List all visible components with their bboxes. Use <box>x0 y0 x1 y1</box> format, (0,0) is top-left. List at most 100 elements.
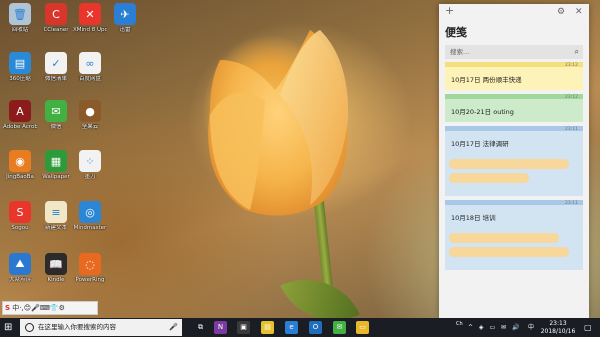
text-file-icon: ≡ <box>45 201 67 223</box>
desktop-shortcut-label: JingBaoBa <box>6 174 34 180</box>
redacted-content <box>449 233 559 243</box>
wallpaper-icon: ▦ <box>45 150 67 172</box>
desktop-shortcut[interactable]: ✉ 微信 <box>39 100 73 131</box>
desktop-shortcut[interactable]: ≡ 新建文本 <box>39 201 73 232</box>
desktop-shortcut-label: Sogou <box>11 225 29 231</box>
powerring-icon: ◌ <box>79 253 101 275</box>
desktop-shortcut[interactable]: ▤ 360压缩 <box>3 52 37 83</box>
wallpaper-tulip <box>208 30 349 216</box>
notes-title: 便笺 <box>445 26 467 39</box>
desktop-shortcut[interactable]: ⁘ 墨刀 <box>73 150 107 181</box>
redacted-content <box>449 159 569 169</box>
desktop-shortcut-label: XMind 8 Update 7 <box>73 27 107 33</box>
close-icon[interactable]: ✕ <box>575 7 583 17</box>
note-card[interactable]: 23:12 10月20-21日 outing <box>445 94 583 122</box>
desktop-shortcut[interactable]: ✈ 迅雷 <box>108 3 142 34</box>
desktop-shortcut[interactable]: S Sogou <box>3 201 37 232</box>
note-time: 23:12 <box>565 95 578 100</box>
add-note-button[interactable]: + <box>445 4 454 17</box>
desktop-shortcut-label: 微信清单 <box>44 76 67 82</box>
cortana-icon[interactable] <box>25 323 34 332</box>
edge-icon[interactable]: e <box>285 321 298 334</box>
sogou-ime-icon[interactable]: S <box>5 304 10 312</box>
redacted-content <box>449 173 529 183</box>
note-text: 10月17日 法律调研 <box>451 140 509 148</box>
desktop-shortcut-label: 大众点评 <box>8 277 31 283</box>
onenote-icon[interactable]: N <box>214 321 227 334</box>
tablet-icon[interactable]: ▣ <box>237 321 250 334</box>
search-icon[interactable]: ⌕ <box>575 45 579 59</box>
desktop-shortcut-label: Adobe Acrobat DC <box>3 124 37 130</box>
desktop-shortcut[interactable]: ▦ Wallpaper <box>39 150 73 181</box>
todo-icon: ✓ <box>45 52 67 74</box>
modao-icon: ⁘ <box>79 150 101 172</box>
settings-icon[interactable]: ⚙ <box>557 7 565 17</box>
wechat-taskbar-icon[interactable]: ✉ <box>333 321 346 334</box>
desktop-shortcut[interactable]: ✕ XMind 8 Update 7 <box>73 3 107 34</box>
desktop-shortcut[interactable]: 📖 Kindle <box>39 253 73 284</box>
desktop-shortcut-label: Wallpaper <box>42 174 70 180</box>
desktop-shortcut-label: 百度网盘 <box>78 76 101 82</box>
sogou-icon: S <box>9 201 31 223</box>
desktop-shortcut[interactable]: ∞ 百度网盘 <box>73 52 107 83</box>
note-time: 23:12 <box>565 63 578 68</box>
notes-search-placeholder: 搜索... <box>450 48 470 56</box>
desktop-shortcut[interactable]: ● 坚果云 <box>73 100 107 131</box>
notes-search-input[interactable]: 搜索... ⌕ <box>445 45 583 59</box>
action-center-icon[interactable]: ▢ <box>584 318 592 337</box>
note-text: 10月20-21日 outing <box>451 108 514 116</box>
xmind-icon: ✕ <box>79 3 101 25</box>
windows-start-icon[interactable]: ⊞ <box>4 322 15 333</box>
baidu-pan-icon: ∞ <box>79 52 101 74</box>
desktop-shortcut[interactable]: C CCleaner <box>39 3 73 34</box>
mindmaster-icon: ◎ <box>79 201 101 223</box>
taskbar-search-input[interactable]: 在这里输入你要搜索的内容 🎤 <box>20 319 182 336</box>
360zip-icon: ▤ <box>9 52 31 74</box>
desktop-shortcut-label: PowerRing <box>75 277 105 283</box>
task-view-icon[interactable]: ⧉ <box>194 321 207 334</box>
desktop-shortcut-label: 微信 <box>50 124 62 130</box>
jingbaoba-icon: ◉ <box>9 150 31 172</box>
wechat-icon: ✉ <box>45 100 67 122</box>
taskbar-search-placeholder: 在这里输入你要搜索的内容 <box>38 323 116 331</box>
taskbar: ⊞ 在这里输入你要搜索的内容 🎤 ⧉ N ▣ ▤ e O ✉ ▭ Ch ^ ◈ ▭ ✉ 🔊 中… <box>0 318 600 337</box>
clock-time: 23:13 <box>549 320 567 327</box>
note-card[interactable]: 23:12 10月17日 两份顺丰快递 <box>445 62 583 90</box>
nutstore-icon: ● <box>79 100 101 122</box>
ccleaner-icon: C <box>45 3 67 25</box>
ime-toolbar-text[interactable]: 中·,😊🎤⌨👕⚙ <box>12 304 65 312</box>
desktop-shortcut-label: 迅雷 <box>119 27 131 33</box>
sticky-notes-icon[interactable]: ▤ <box>261 321 274 334</box>
note-text: 10月18日 培训 <box>451 214 496 222</box>
desktop-shortcut-label: 新建文本 <box>44 225 67 231</box>
microphone-icon[interactable]: 🎤 <box>169 319 178 336</box>
desktop-shortcut-label: 回收站 <box>11 27 29 33</box>
note-time: 23:11 <box>565 201 578 206</box>
ime-toolbar[interactable]: S 中·,😊🎤⌨👕⚙ <box>2 301 98 315</box>
outlook-icon[interactable]: O <box>309 321 322 334</box>
desktop-shortcut[interactable]: ◎ Mindmaster <box>73 201 107 232</box>
desktop-shortcut-label: 墨刀 <box>84 174 96 180</box>
ime-language-indicator[interactable]: 中 <box>528 318 534 337</box>
clock-date: 2018/10/16 <box>540 327 576 335</box>
desktop-shortcut[interactable]: A Adobe Acrobat DC <box>3 100 37 131</box>
dianping-icon: ⛰ <box>9 253 31 275</box>
sticky-notes-panel: + ⚙ ✕ 便笺 搜索... ⌕ 23:12 10月17日 两份顺丰快递 23:… <box>439 4 589 318</box>
desktop-shortcut-label: 360压缩 <box>9 76 31 82</box>
taskbar-clock[interactable]: 23:13 2018/10/16 <box>540 320 576 335</box>
acrobat-icon: A <box>9 100 31 122</box>
desktop-shortcut[interactable]: 🗑 回收站 <box>3 3 37 34</box>
system-tray-icons[interactable]: ^ ◈ ▭ ✉ 🔊 <box>468 318 521 337</box>
desktop-shortcut[interactable]: ⛰ 大众点评 <box>3 253 37 284</box>
note-text: 10月17日 两份顺丰快递 <box>451 76 522 84</box>
desktop-shortcut[interactable]: ✓ 微信清单 <box>39 52 73 83</box>
note-card[interactable]: 23:11 10月18日 培训 <box>445 200 583 270</box>
desktop-shortcut-label: 坚果云 <box>81 124 99 130</box>
note-card[interactable]: 23:11 10月17日 法律调研 <box>445 126 583 196</box>
note-time: 23:11 <box>565 127 578 132</box>
desktop-shortcut[interactable]: ◌ PowerRing <box>73 253 107 284</box>
desktop-shortcut-label: CCleaner <box>43 27 69 33</box>
tray-input-text[interactable]: Ch <box>456 315 463 334</box>
file-explorer-icon[interactable]: ▭ <box>356 321 369 334</box>
desktop-shortcut[interactable]: ◉ JingBaoBa <box>3 150 37 181</box>
